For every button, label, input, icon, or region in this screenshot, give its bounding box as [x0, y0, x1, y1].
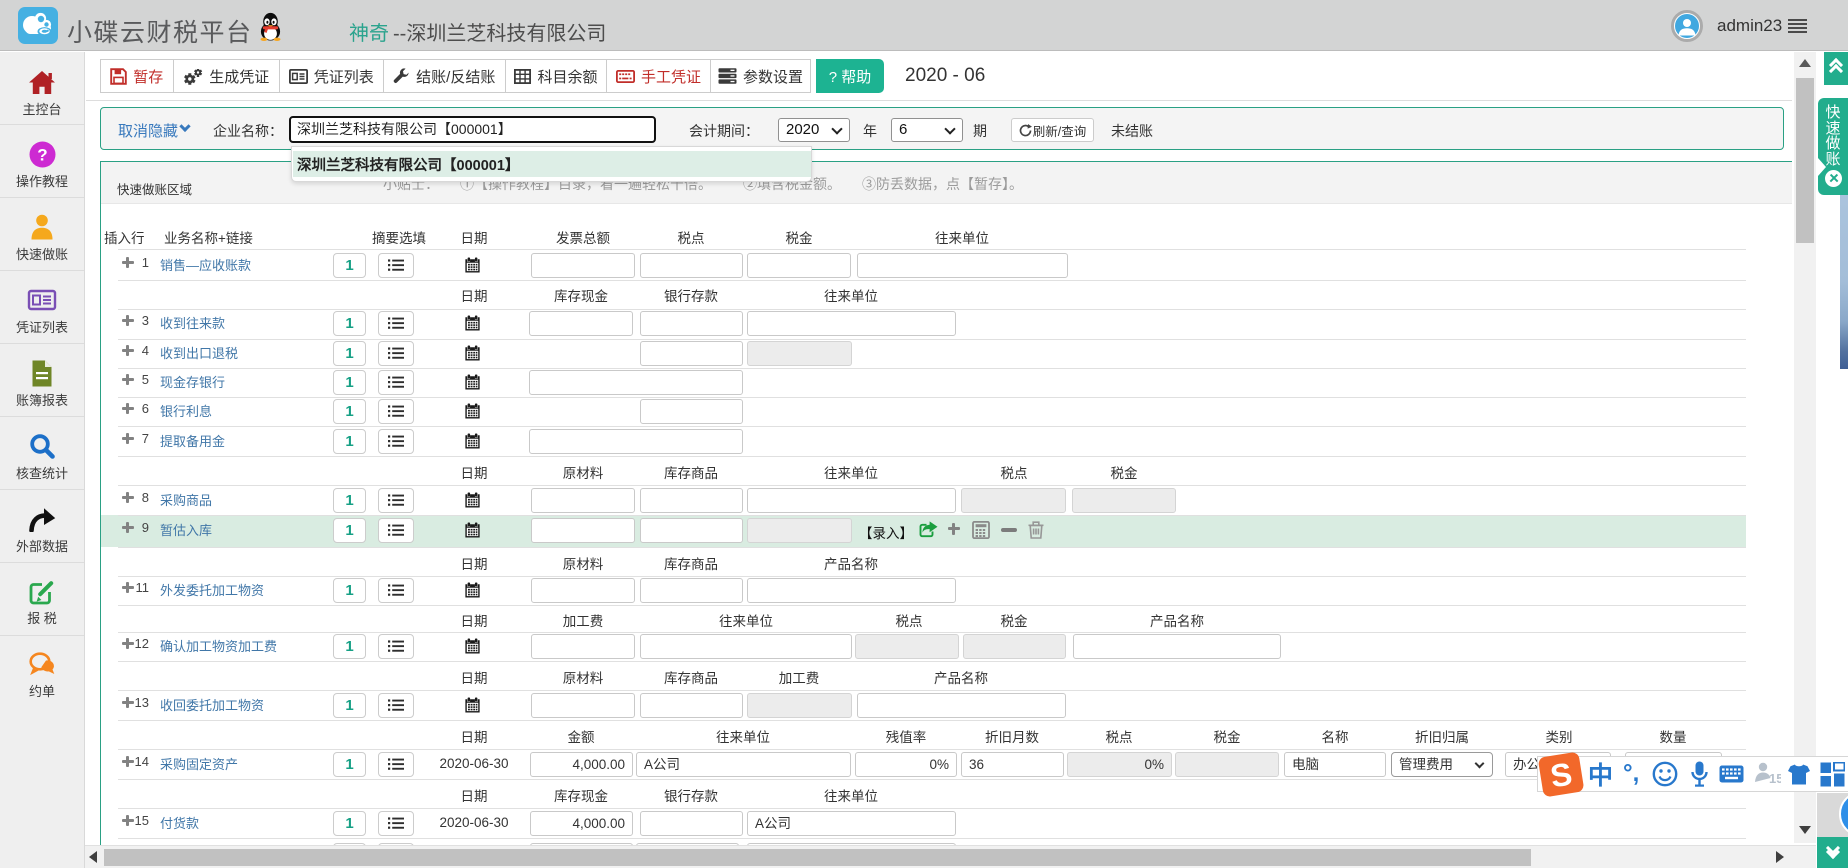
svg-text:?: ? [37, 146, 47, 165]
svg-text:15: 15 [1769, 771, 1781, 786]
